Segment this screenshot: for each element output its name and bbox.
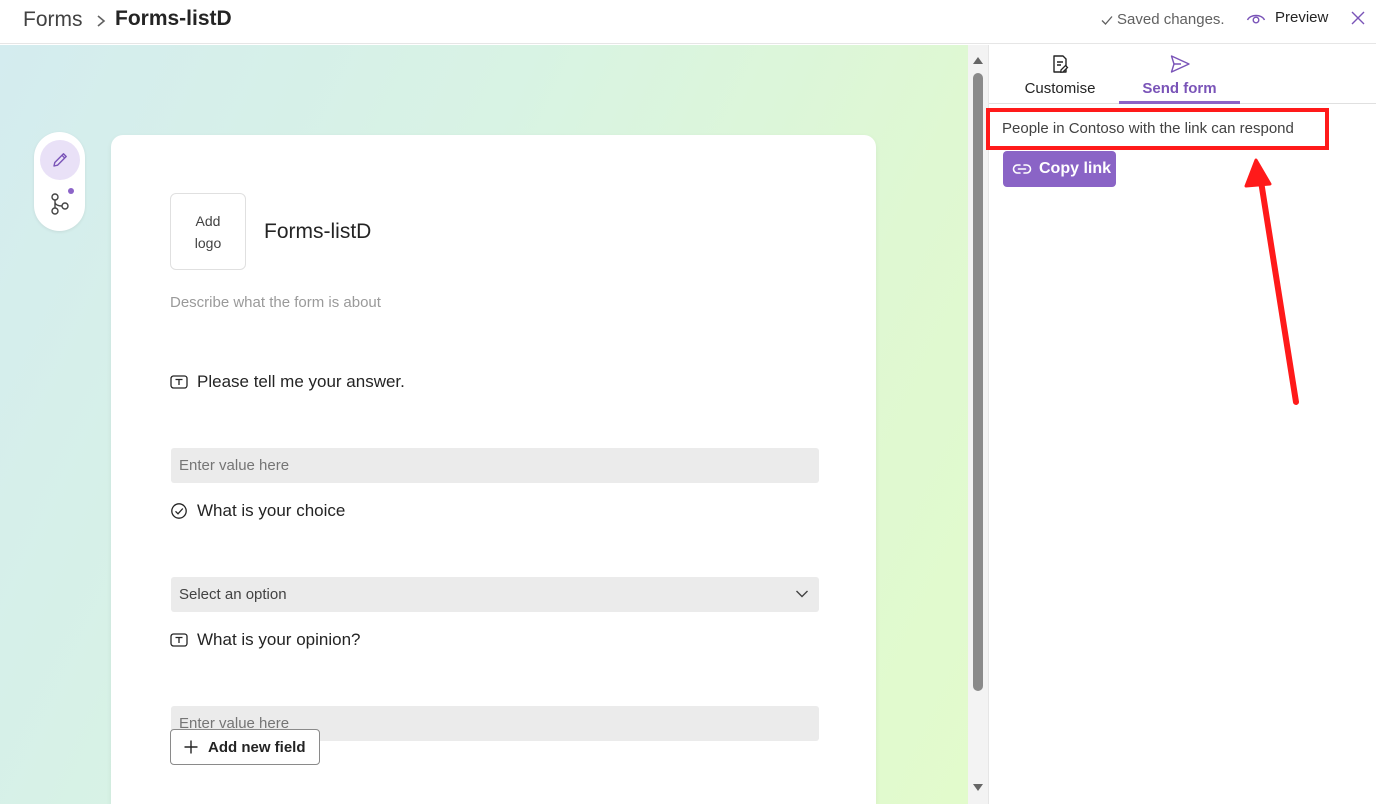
question-2-text: What is your choice xyxy=(197,501,346,520)
scrollbar-thumb[interactable] xyxy=(973,73,983,691)
branching-icon[interactable] xyxy=(48,192,72,216)
form-canvas: Add logo Forms-listD Describe what the f… xyxy=(0,45,968,804)
saved-status: Saved changes. xyxy=(1100,11,1225,28)
side-panel: Customise Send form People in Contoso wi… xyxy=(986,45,1376,804)
question-1-input[interactable] xyxy=(171,448,819,483)
question-3-text: What is your opinion? xyxy=(197,630,361,649)
text-field-icon xyxy=(170,633,188,647)
copy-link-label: Copy link xyxy=(1039,160,1112,177)
question-1-label: Please tell me your answer. xyxy=(170,372,405,392)
scroll-down-icon[interactable] xyxy=(972,783,984,793)
annotation-highlight-box xyxy=(986,108,1329,150)
checkmark-icon xyxy=(1101,15,1113,25)
question-2-select[interactable]: Select an option xyxy=(171,577,819,612)
top-bar: Forms Forms-listD Saved changes. Preview xyxy=(0,0,1376,44)
text-field-icon xyxy=(170,375,188,389)
panel-tabs: Customise Send form xyxy=(989,45,1376,104)
add-new-field-label: Add new field xyxy=(208,738,306,756)
add-logo-line1: Add xyxy=(195,212,221,229)
question-2-label: What is your choice xyxy=(170,501,345,521)
chevron-right-icon xyxy=(97,15,106,27)
tab-send-form[interactable]: Send form xyxy=(1119,53,1240,104)
breadcrumb-forms[interactable]: Forms xyxy=(23,8,83,32)
tab-send-form-label: Send form xyxy=(1142,80,1217,97)
link-icon xyxy=(1012,164,1032,174)
preview-button[interactable]: Preview xyxy=(1246,9,1328,26)
customise-icon xyxy=(1053,55,1069,73)
notification-dot xyxy=(68,188,74,194)
tab-customise-label: Customise xyxy=(1024,80,1096,97)
breadcrumb-current: Forms-listD xyxy=(115,7,232,30)
add-new-field-button[interactable]: Add new field xyxy=(170,729,320,765)
eye-icon xyxy=(1246,14,1266,23)
preview-label: Preview xyxy=(1275,9,1329,26)
question-2-placeholder: Select an option xyxy=(179,586,287,603)
close-icon[interactable] xyxy=(1350,10,1366,26)
copy-link-button[interactable]: Copy link xyxy=(1003,151,1116,187)
question-3-label: What is your opinion? xyxy=(170,630,360,650)
form-card: Add logo Forms-listD Describe what the f… xyxy=(111,135,876,804)
saved-status-text: Saved changes. xyxy=(1117,11,1225,28)
chevron-down-icon xyxy=(796,590,808,598)
plus-icon xyxy=(184,740,198,754)
choice-check-icon xyxy=(171,503,187,519)
add-logo-line2: logo xyxy=(194,234,222,251)
active-tab-indicator xyxy=(1119,101,1240,104)
tool-rail xyxy=(34,132,85,231)
edit-mode-button[interactable] xyxy=(40,140,80,180)
pencil-icon xyxy=(53,153,67,167)
form-title[interactable]: Forms-listD xyxy=(264,220,371,244)
scroll-up-icon[interactable] xyxy=(972,55,984,65)
form-description[interactable]: Describe what the form is about xyxy=(170,294,381,311)
send-icon xyxy=(1170,55,1190,73)
canvas-scrollbar[interactable] xyxy=(968,45,988,804)
add-logo-button[interactable]: Add logo xyxy=(170,193,246,270)
tab-customise[interactable]: Customise xyxy=(1019,53,1101,104)
question-1-text: Please tell me your answer. xyxy=(197,372,405,391)
